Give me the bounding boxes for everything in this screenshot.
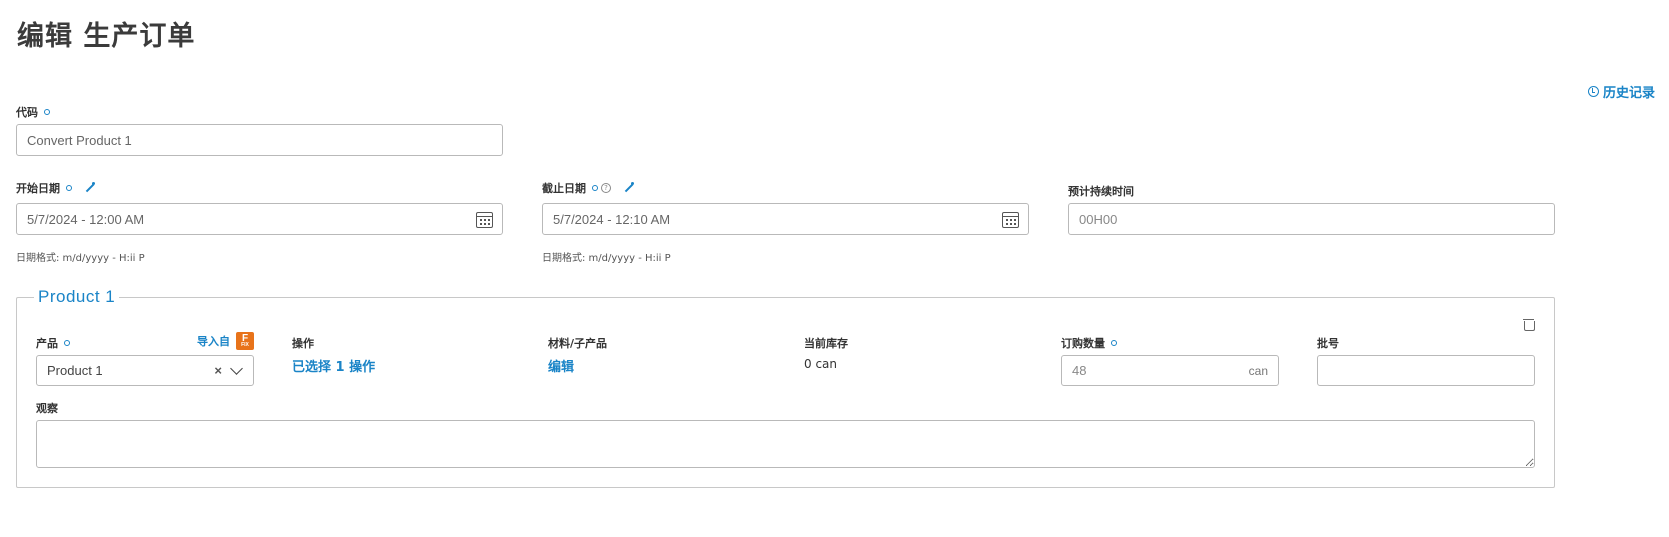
code-input-value: Convert Product 1	[27, 132, 132, 148]
required-indicator-icon	[44, 109, 50, 115]
code-label: 代码	[16, 104, 50, 120]
calendar-icon[interactable]	[1002, 212, 1019, 228]
fix-logo-sub: FIX	[241, 342, 249, 348]
page-title: 编辑 生产订单	[17, 21, 196, 52]
notes-label-text: 观察	[36, 402, 58, 415]
clock-icon	[1587, 86, 1599, 97]
chevron-down-icon[interactable]	[230, 361, 243, 375]
import-from[interactable]: 导入自 F FIX	[197, 332, 254, 350]
materials-edit-link[interactable]: 编辑	[548, 356, 574, 375]
product-label: 产品	[36, 335, 70, 351]
product-select[interactable]: Product 1 ×	[36, 355, 254, 386]
start-date-value: 5/7/2024 - 12:00 AM	[27, 211, 145, 227]
magic-wand-icon[interactable]	[623, 182, 635, 194]
import-from-label: 导入自	[197, 335, 230, 348]
help-icon[interactable]: ?	[601, 183, 611, 193]
fix-logo-icon: F FIX	[236, 332, 254, 350]
materials-label: 材料/子产品	[548, 335, 607, 351]
start-date-label: 开始日期	[16, 180, 96, 196]
batch-label: 批号	[1317, 335, 1339, 351]
materials-label-text: 材料/子产品	[548, 337, 608, 350]
stock-label-text: 当前库存	[804, 337, 848, 350]
notes-label: 观察	[36, 400, 58, 416]
code-label-text: 代码	[16, 106, 38, 119]
required-indicator-icon	[64, 340, 70, 346]
batch-label-text: 批号	[1317, 337, 1339, 350]
order-qty-label: 订购数量	[1061, 335, 1117, 351]
required-indicator-icon	[1111, 340, 1117, 346]
code-input[interactable]: Convert Product 1	[16, 124, 503, 156]
end-date-input[interactable]: 5/7/2024 - 12:10 AM	[542, 203, 1029, 235]
end-date-hint: 日期格式: m/d/yyyy - H:ii P	[542, 253, 671, 264]
stock-value: 0 can	[804, 357, 838, 371]
duration-label: 预计持续时间	[1068, 183, 1134, 199]
product-select-value: Product 1	[47, 363, 103, 378]
operation-link[interactable]: 已选择 1 操作	[292, 356, 375, 375]
operation-label-text: 操作	[292, 337, 314, 350]
product-legend: Product 1	[34, 287, 120, 307]
notes-textarea[interactable]	[36, 420, 1535, 468]
duration-placeholder: 00H00	[1079, 211, 1118, 227]
duration-input[interactable]: 00H00	[1068, 203, 1555, 235]
calendar-icon[interactable]	[476, 212, 493, 228]
clear-icon[interactable]: ×	[214, 363, 222, 378]
end-date-label: 截止日期 ?	[542, 180, 635, 196]
batch-input[interactable]	[1317, 355, 1535, 386]
magic-wand-icon[interactable]	[84, 182, 96, 194]
history-label: 历史记录	[1602, 85, 1655, 100]
order-qty-unit: can	[1248, 363, 1268, 378]
history-link[interactable]: 历史记录	[1587, 82, 1655, 101]
end-date-label-text: 截止日期	[542, 182, 586, 195]
end-date-value: 5/7/2024 - 12:10 AM	[553, 211, 671, 227]
required-indicator-icon	[592, 185, 598, 191]
order-qty-label-text: 订购数量	[1061, 337, 1105, 350]
order-qty-placeholder: 48	[1072, 363, 1087, 378]
start-date-label-text: 开始日期	[16, 182, 60, 195]
order-qty-input[interactable]: 48 can	[1061, 355, 1279, 386]
duration-label-text: 预计持续时间	[1068, 185, 1134, 198]
stock-label: 当前库存	[804, 335, 848, 351]
operation-label: 操作	[292, 335, 314, 351]
required-indicator-icon	[66, 185, 72, 191]
product-label-text: 产品	[36, 337, 58, 350]
start-date-input[interactable]: 5/7/2024 - 12:00 AM	[16, 203, 503, 235]
start-date-hint: 日期格式: m/d/yyyy - H:ii P	[16, 253, 145, 264]
